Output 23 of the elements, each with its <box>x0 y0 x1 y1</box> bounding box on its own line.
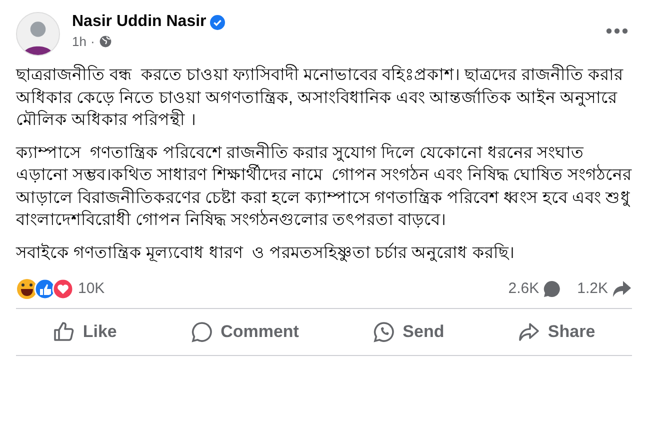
post-time[interactable]: 1h <box>72 32 86 52</box>
send-button[interactable]: Send <box>362 313 454 350</box>
comment-count[interactable]: 2.6K <box>508 278 540 300</box>
like-button[interactable]: Like <box>42 313 127 350</box>
comment-icon <box>543 280 562 298</box>
thumbs-up-icon <box>52 320 75 343</box>
author-name[interactable]: Nasir Uddin Nasir <box>72 12 206 32</box>
separator-dot: · <box>90 33 95 51</box>
reaction-count[interactable]: 10K <box>78 278 105 300</box>
globe-icon <box>98 35 112 48</box>
avatar[interactable] <box>16 12 60 56</box>
comment-button[interactable]: Comment <box>180 313 309 350</box>
reaction-icons[interactable] <box>16 278 74 300</box>
share-count[interactable]: 1.2K <box>577 278 608 300</box>
more-options-icon[interactable] <box>606 28 628 34</box>
speech-bubble-icon <box>190 320 213 343</box>
share-button[interactable]: Share <box>508 313 606 350</box>
share-arrow-icon <box>518 320 540 343</box>
share-icon <box>612 280 632 298</box>
post-paragraph: ছাত্ররাজনীতি বন্ধ করতে চাওয়া ফ্যাসিবাদী মনোভাবের বহিঃপ্রকাশ। ছাত্রদের রাজনীতি করার অধিকার কেড়ে নিতে চাওয়া অগণতান্ত্রিক, অসাংবিধানিক এবং আন্তর্জাতিক আইন অনুসারে মৌলিক অধিকার পরিপন্থী । <box>16 64 624 131</box>
phone-bubble-icon <box>372 320 395 343</box>
post-paragraph: ক্যাম্পাসে গণতান্ত্রিক পরিবেশে রাজনীতি করার সুযোগ দিলে যেকোনো ধরনের সংঘাত এড়ানো সম্ভব।কথিত সাধারণ শিক্ষার্থীদের নামে গোপন সংগঠন এবং নিষিদ্ধ ঘোষিত সংগঠনের আড়ালে বিরাজনীতিকরণের চেষ্টা করা হলে ক্যাম্পাসে গণতান্ত্রিক পরিবেশ ধ্বংস হবে এবং শুধু বাংলাদেশবিরোধী গোপন নিষিদ্ধ সংগঠনগুলোর তৎপরতা বাড়বে। <box>16 142 632 231</box>
post-paragraph: সবাইকে গণতান্ত্রিক মূল্যবোধ ধারণ ও পরমতসহিষ্ণুতা চর্চার অনুরোধ করছি। <box>16 242 516 264</box>
